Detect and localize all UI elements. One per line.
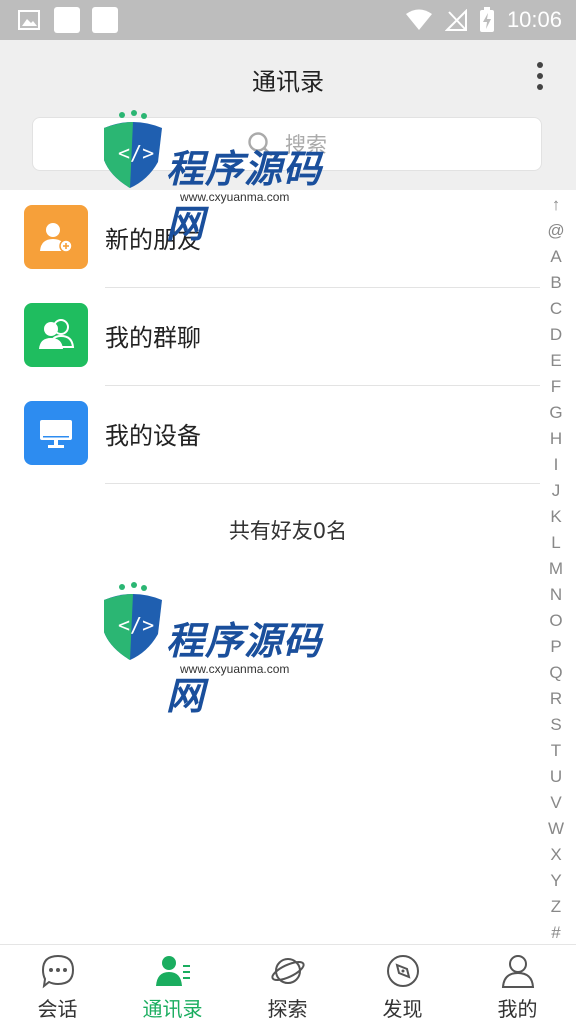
notification-icon bbox=[54, 7, 80, 33]
no-signal-icon bbox=[444, 9, 467, 31]
index-letter[interactable]: C bbox=[546, 296, 566, 322]
index-letter[interactable]: Y bbox=[546, 868, 566, 894]
bottom-tab-bar: 会话 通讯录 探索 发现 我的 bbox=[0, 944, 576, 1025]
watermark-url: www.cxyuanma.com bbox=[180, 662, 290, 676]
index-letter[interactable]: N bbox=[546, 582, 566, 608]
tab-label: 我的 bbox=[497, 997, 538, 1021]
index-letter[interactable]: I bbox=[546, 452, 566, 478]
index-letter[interactable]: V bbox=[546, 790, 566, 816]
index-letter[interactable]: H bbox=[546, 426, 566, 452]
index-letter[interactable]: S bbox=[546, 712, 566, 738]
page-title: 通讯录 bbox=[252, 68, 324, 96]
index-letter[interactable]: D bbox=[546, 322, 566, 348]
wifi-icon bbox=[405, 9, 432, 30]
index-letter[interactable]: Q bbox=[546, 660, 566, 686]
index-letter[interactable]: A bbox=[546, 244, 566, 270]
watermark-shield-icon: </> bbox=[104, 582, 162, 660]
index-letter[interactable]: K bbox=[546, 504, 566, 530]
index-letter[interactable]: G bbox=[546, 400, 566, 426]
list-item-group-chats[interactable]: 我的群聊 bbox=[0, 288, 540, 386]
list-item-label: 我的群聊 bbox=[105, 324, 201, 352]
tab-label: 发现 bbox=[382, 997, 423, 1021]
notification-icon bbox=[92, 7, 118, 33]
index-letter[interactable]: R bbox=[546, 686, 566, 712]
svg-text:</>: </> bbox=[118, 613, 154, 637]
tab-discover[interactable]: 发现 bbox=[345, 945, 460, 1025]
index-letter[interactable]: J bbox=[546, 478, 566, 504]
index-letter[interactable]: E bbox=[546, 348, 566, 374]
add-friend-icon bbox=[24, 205, 88, 269]
index-letter[interactable]: L bbox=[546, 530, 566, 556]
compass-icon bbox=[386, 955, 419, 987]
index-letter[interactable]: M bbox=[546, 556, 566, 582]
index-letter[interactable]: B bbox=[546, 270, 566, 296]
svg-text:</>: </> bbox=[118, 141, 154, 165]
tab-me[interactable]: 我的 bbox=[460, 945, 575, 1025]
tab-chats[interactable]: 会话 bbox=[0, 945, 115, 1025]
watermark: </> 程序源码网 www.cxyuanma.com bbox=[100, 110, 360, 246]
watermark: </> 程序源码网 www.cxyuanma.com bbox=[100, 582, 360, 718]
index-letter[interactable]: W bbox=[546, 816, 566, 842]
index-letter[interactable]: O bbox=[546, 608, 566, 634]
monitor-icon bbox=[24, 401, 88, 465]
index-letter[interactable]: F bbox=[546, 374, 566, 400]
index-letter[interactable]: ↑ bbox=[546, 192, 566, 218]
watermark-shield-icon: </> bbox=[104, 110, 162, 188]
more-dots-icon bbox=[537, 62, 543, 68]
person-icon bbox=[501, 955, 534, 988]
more-menu-button[interactable] bbox=[530, 62, 550, 98]
tab-explore[interactable]: 探索 bbox=[230, 945, 345, 1025]
image-notification-icon bbox=[18, 10, 40, 30]
friend-count: 共有好友0名 bbox=[228, 519, 348, 543]
tab-label: 会话 bbox=[37, 997, 78, 1021]
status-time: 10:06 bbox=[506, 7, 562, 32]
contacts-icon bbox=[155, 956, 190, 986]
list-item-my-devices[interactable]: 我的设备 bbox=[0, 386, 540, 484]
index-letter[interactable]: # bbox=[546, 920, 566, 946]
more-dots-icon bbox=[537, 84, 543, 90]
index-letter[interactable]: T bbox=[546, 738, 566, 764]
list-item-label: 我的设备 bbox=[105, 422, 201, 450]
watermark-url: www.cxyuanma.com bbox=[180, 190, 290, 204]
group-chat-icon bbox=[24, 303, 88, 367]
tab-contacts[interactable]: 通讯录 bbox=[115, 945, 230, 1025]
alphabet-index-bar[interactable]: ↑ @ A B C D E F G H I J K L M N O P Q R S T U V W X Y Z # bbox=[546, 192, 566, 946]
tab-label: 探索 bbox=[267, 997, 308, 1021]
battery-charging-icon bbox=[479, 7, 494, 32]
index-letter[interactable]: @ bbox=[546, 218, 566, 244]
tab-label: 通讯录 bbox=[142, 997, 203, 1021]
index-letter[interactable]: U bbox=[546, 764, 566, 790]
divider bbox=[105, 483, 540, 484]
index-letter[interactable]: P bbox=[546, 634, 566, 660]
index-letter[interactable]: Z bbox=[546, 894, 566, 920]
status-bar: 10:06 bbox=[0, 0, 576, 40]
more-dots-icon bbox=[537, 73, 543, 79]
planet-icon bbox=[270, 958, 305, 984]
chat-bubble-icon bbox=[41, 954, 74, 989]
index-letter[interactable]: X bbox=[546, 842, 566, 868]
